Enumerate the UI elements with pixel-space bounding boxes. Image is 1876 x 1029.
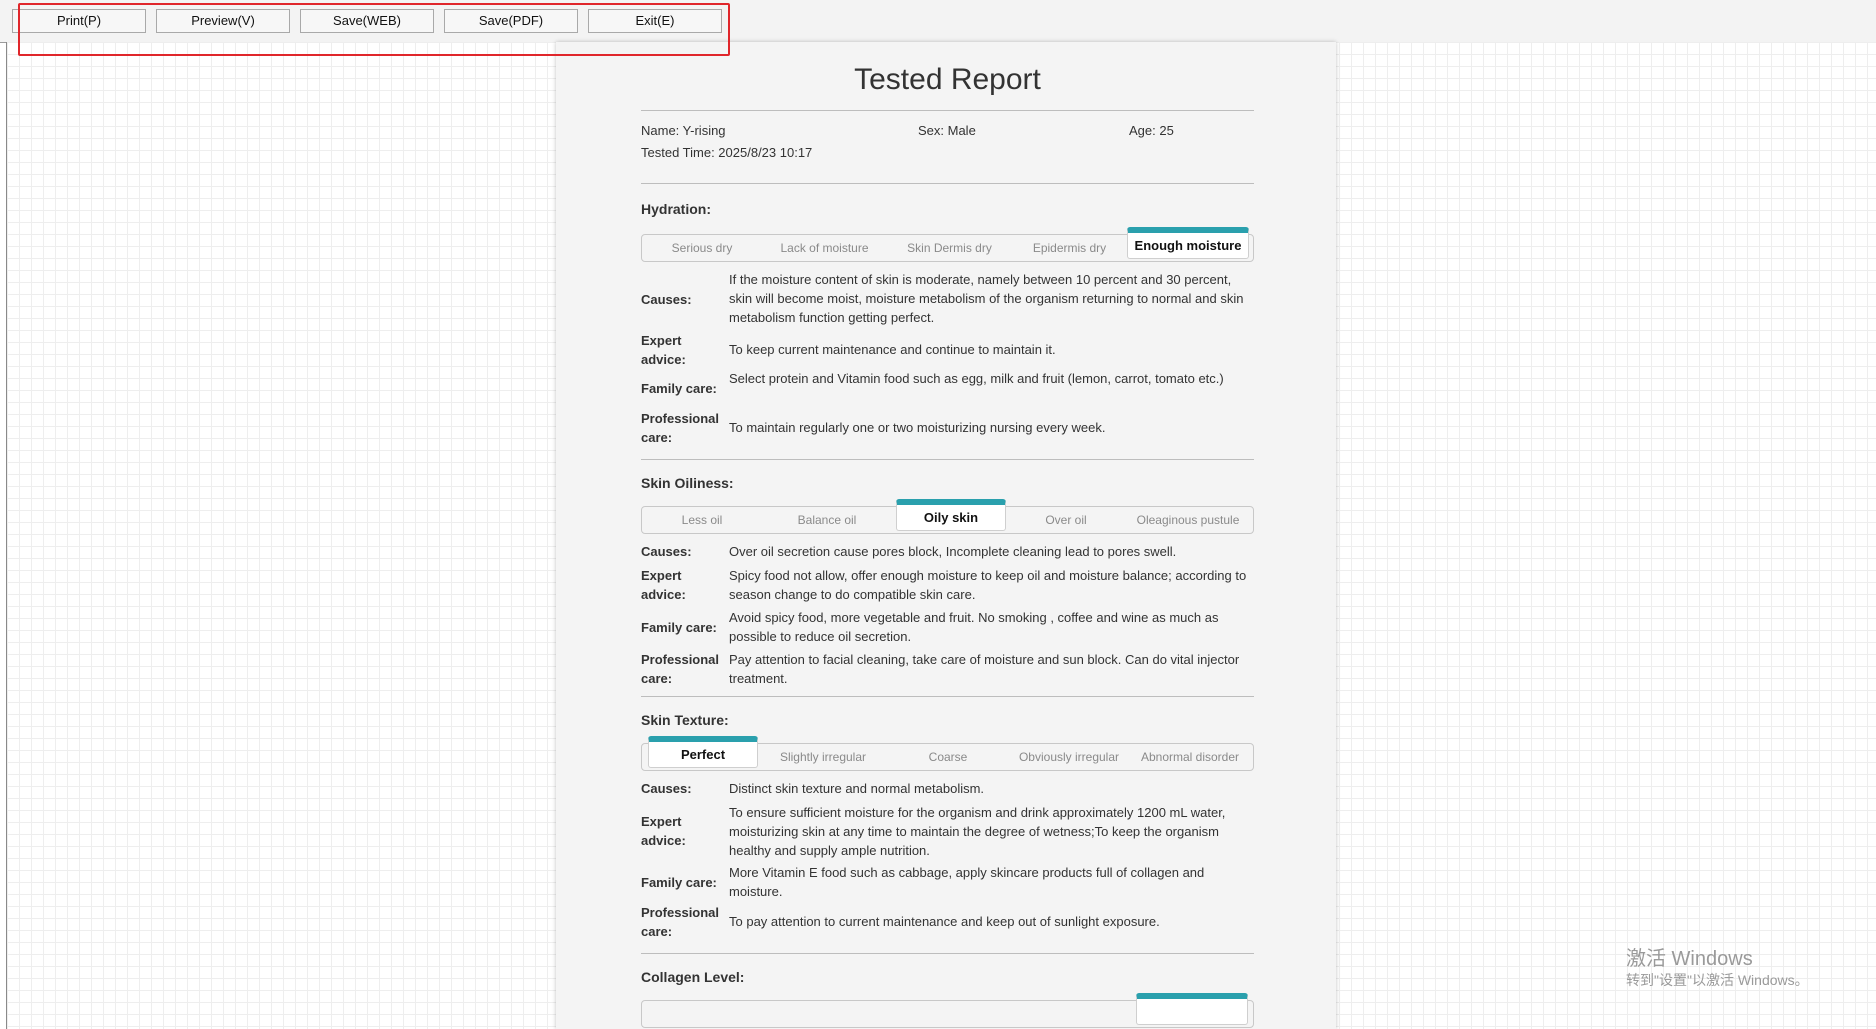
family-text: Select protein and Vitamin food such as … [729, 371, 1224, 386]
collagen-title: Collagen Level: [641, 969, 745, 985]
care-label: care: [641, 671, 673, 686]
professional-text: To pay attention to current maintenance … [729, 914, 1160, 929]
expert-text: To ensure sufficient moisture for the or… [729, 805, 1226, 858]
oiliness-professional-row: Professional care: Pay attention to facia… [641, 650, 1254, 690]
oiliness-tab-selected[interactable]: Oily skin [896, 499, 1006, 531]
hydration-professional-row: Professional care: To maintain regularly … [641, 409, 1254, 447]
expert-text: To keep current maintenance and continue… [729, 342, 1056, 357]
hydration-tab[interactable]: Skin Dermis dry [887, 235, 1012, 261]
hydration-expert-row: Expert advice: To keep current maintenanc… [641, 331, 1254, 369]
divider [641, 459, 1254, 460]
divider [641, 696, 1254, 697]
hydration-level-tabs: Serious dry Lack of moisture Skin Dermis… [641, 227, 1254, 262]
texture-tab[interactable]: Obviously irregular [1008, 744, 1130, 770]
professional-text: Pay attention to facial cleaning, take c… [729, 652, 1240, 686]
texture-professional-row: Professional care: To pay attention to cu… [641, 903, 1254, 941]
causes-label: Causes: [641, 781, 692, 796]
causes-label: Causes: [641, 544, 692, 559]
causes-text: Distinct skin texture and normal metabol… [729, 781, 985, 796]
texture-tab[interactable]: Abnormal disorder [1130, 744, 1250, 770]
patient-name: Name: Y-rising [641, 123, 726, 138]
divider [641, 953, 1254, 954]
oiliness-tab[interactable]: Less oil [642, 507, 762, 533]
texture-causes-row: Causes: Distinct skin texture and normal… [641, 779, 1254, 801]
causes-text: Over oil secretion cause pores block, In… [729, 544, 1177, 559]
patient-info: Name: Y-rising Sex: Male Age: 25 Tested … [641, 123, 1254, 183]
hydration-tab-selected[interactable]: Enough moisture [1127, 227, 1249, 259]
care-label: care: [641, 924, 673, 939]
causes-label: Causes: [641, 292, 692, 307]
hydration-causes-row: Causes: If the moisture content of skin … [641, 270, 1254, 329]
texture-title: Skin Texture: [641, 712, 729, 728]
professional-label: Professional [641, 905, 720, 920]
care-label: care: [641, 430, 673, 445]
oiliness-level-tabs: Less oil Balance oil Oily skin Over oil … [641, 499, 1254, 534]
texture-tab[interactable]: Slightly irregular [758, 744, 888, 770]
hydration-tab[interactable]: Lack of moisture [762, 235, 887, 261]
causes-text: If the moisture content of skin is moder… [729, 272, 1244, 325]
professional-label: Professional [641, 411, 720, 426]
activate-windows-hint: 转到"设置"以激活 Windows。 [1626, 972, 1809, 988]
advice-label: advice: [641, 587, 686, 602]
oiliness-tab[interactable]: Oleaginous pustule [1126, 507, 1250, 533]
professional-text: To maintain regularly one or two moistur… [729, 420, 1106, 435]
expert-text: Spicy food not allow, offer enough moist… [729, 568, 1247, 602]
divider [641, 110, 1254, 111]
oiliness-causes-row: Causes: Over oil secretion cause pores b… [641, 542, 1254, 564]
report-title: Tested Report [854, 63, 1041, 96]
oiliness-title: Skin Oiliness: [641, 475, 734, 491]
family-text: More Vitamin E food such as cabbage, app… [729, 865, 1205, 899]
family-care-label: Family care: [641, 381, 717, 396]
collagen-level-tabs [641, 993, 1254, 1028]
expert-label: Expert [641, 333, 682, 348]
texture-family-row: Family care: More Vitamin E food such as… [641, 863, 1254, 903]
texture-tab-selected[interactable]: Perfect [648, 736, 758, 768]
oiliness-tab[interactable]: Balance oil [762, 507, 892, 533]
oiliness-tab[interactable]: Over oil [1006, 507, 1126, 533]
advice-label: advice: [641, 352, 686, 367]
family-care-label: Family care: [641, 620, 717, 635]
family-care-label: Family care: [641, 875, 717, 890]
tested-time: Tested Time: 2025/8/23 10:17 [641, 145, 813, 160]
hydration-tab[interactable]: Epidermis dry [1012, 235, 1127, 261]
collagen-tab-selected[interactable] [1136, 993, 1248, 1025]
activate-windows-watermark: 激活 Windows [1626, 948, 1753, 970]
expert-label: Expert [641, 568, 682, 583]
hydration-family-row: Family care: Select protein and Vitamin … [641, 369, 1254, 409]
oiliness-family-row: Family care: Avoid spicy food, more vege… [641, 608, 1254, 648]
texture-expert-row: Expert advice: To ensure sufficient moist… [641, 803, 1254, 863]
divider [641, 183, 1254, 184]
texture-level-tabs: Perfect Slightly irregular Coarse Obviou… [641, 736, 1254, 771]
patient-age: Age: 25 [1129, 123, 1174, 138]
professional-label: Professional [641, 652, 720, 667]
advice-label: advice: [641, 833, 686, 848]
hydration-tab[interactable]: Serious dry [642, 235, 762, 261]
highlight-annotation [18, 3, 730, 56]
oiliness-expert-row: Expert advice: Spicy food not allow, offe… [641, 566, 1254, 606]
patient-sex: Sex: Male [918, 123, 976, 138]
report-content: Tested Report Name: Y-rising Sex: Male A… [641, 42, 1254, 1028]
texture-tab[interactable]: Coarse [888, 744, 1008, 770]
expert-label: Expert [641, 814, 682, 829]
hydration-title: Hydration: [641, 201, 711, 217]
report-page: Tested Report Name: Y-rising Sex: Male A… [556, 42, 1336, 1029]
family-text: Avoid spicy food, more vegetable and fru… [729, 610, 1219, 644]
